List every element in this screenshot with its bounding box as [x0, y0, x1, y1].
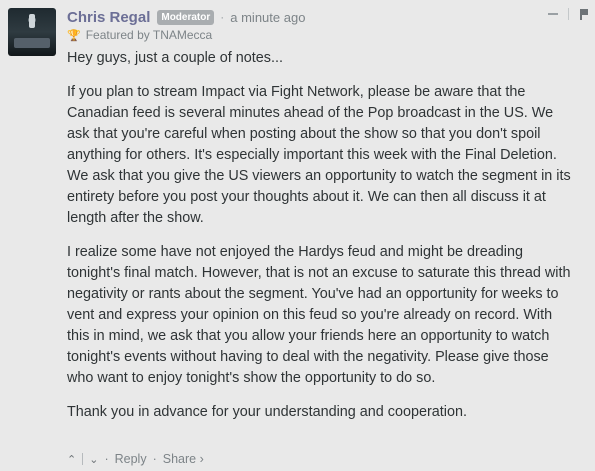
flag-icon[interactable] — [579, 8, 589, 20]
comment-paragraph-3: I realize some have not enjoyed the Hard… — [67, 244, 571, 386]
controls-divider — [568, 8, 569, 20]
reply-link[interactable]: Reply — [115, 452, 147, 466]
downvote-icon[interactable]: ⌄ — [89, 453, 98, 466]
minimize-icon[interactable] — [548, 13, 558, 15]
comment-paragraph-1: Hey guys, just a couple of notes... — [67, 50, 283, 66]
comment-body: Hey guys, just a couple of notes... If y… — [67, 48, 572, 436]
vote-divider — [82, 453, 84, 465]
comment-footer: ⌃ ⌄ · Reply · Share › — [67, 452, 204, 466]
upvote-icon[interactable]: ⌃ — [67, 453, 76, 466]
comment-timestamp[interactable]: a minute ago — [230, 10, 305, 25]
trophy-icon: 🏆 — [67, 29, 81, 42]
comment-paragraph-2: If you plan to stream Impact via Fight N… — [67, 84, 571, 226]
separator-dot: · — [220, 10, 225, 24]
comment-paragraph-4: Thank you in advance for your understand… — [67, 404, 468, 420]
footer-dot-2: · — [152, 452, 157, 466]
author-name[interactable]: Chris Regal — [67, 9, 150, 26]
footer-dot-1: · — [104, 452, 109, 466]
comment-header: Chris Regal Moderator · a minute ago — [67, 8, 305, 26]
featured-text: Featured by TNAMecca — [85, 28, 213, 42]
comment-controls — [548, 8, 589, 20]
share-link[interactable]: Share › — [163, 452, 204, 466]
featured-label: 🏆 Featured by TNAMecca — [67, 28, 212, 42]
avatar-figure — [29, 14, 35, 28]
avatar-ring — [14, 38, 50, 48]
moderator-badge: Moderator — [157, 9, 215, 25]
avatar[interactable] — [8, 8, 56, 56]
